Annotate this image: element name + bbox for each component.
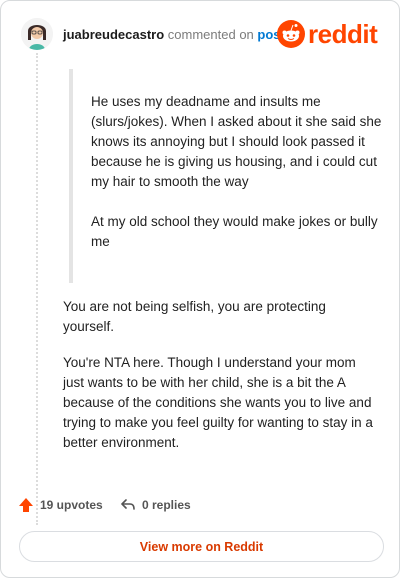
upvote-arrow-icon [19,498,33,512]
comment-body: You are not being selfish, you are prote… [63,297,379,469]
comment-header: juabreudecastro commented on post reddit [21,18,385,52]
comment-paragraph: You are not being selfish, you are prote… [63,299,326,334]
avatar[interactable] [21,18,53,50]
reddit-wordmark: reddit [308,19,378,49]
username[interactable]: juabreudecastro [63,27,164,42]
reply-count: 0 replies [142,498,191,512]
avatar-image [21,18,53,50]
comment-actions: 19 upvotes 0 replies [18,494,318,516]
upvote-count: 19 upvotes [40,498,103,512]
comment-paragraph: You're NTA here. Though I understand you… [63,355,373,450]
view-more-button[interactable]: View more on Reddit [19,531,384,562]
action-text: commented on [167,27,254,42]
reply-arrow-icon [121,499,135,510]
quoted-text: He uses my deadname and insults me (slur… [69,69,387,283]
reply-button[interactable]: 0 replies [120,494,191,516]
reddit-snoo-icon [277,20,305,48]
upvote-button[interactable]: 19 upvotes [18,494,103,516]
thread-line [36,53,38,525]
comment-meta: juabreudecastro commented on post [63,27,285,43]
reddit-logo[interactable]: reddit [277,19,385,49]
comment-embed-card: juabreudecastro commented on post reddit… [0,0,400,578]
quote-paragraph: He uses my deadname and insults me (slur… [91,94,382,189]
quote-paragraph: At my old school they would make jokes o… [91,214,378,249]
